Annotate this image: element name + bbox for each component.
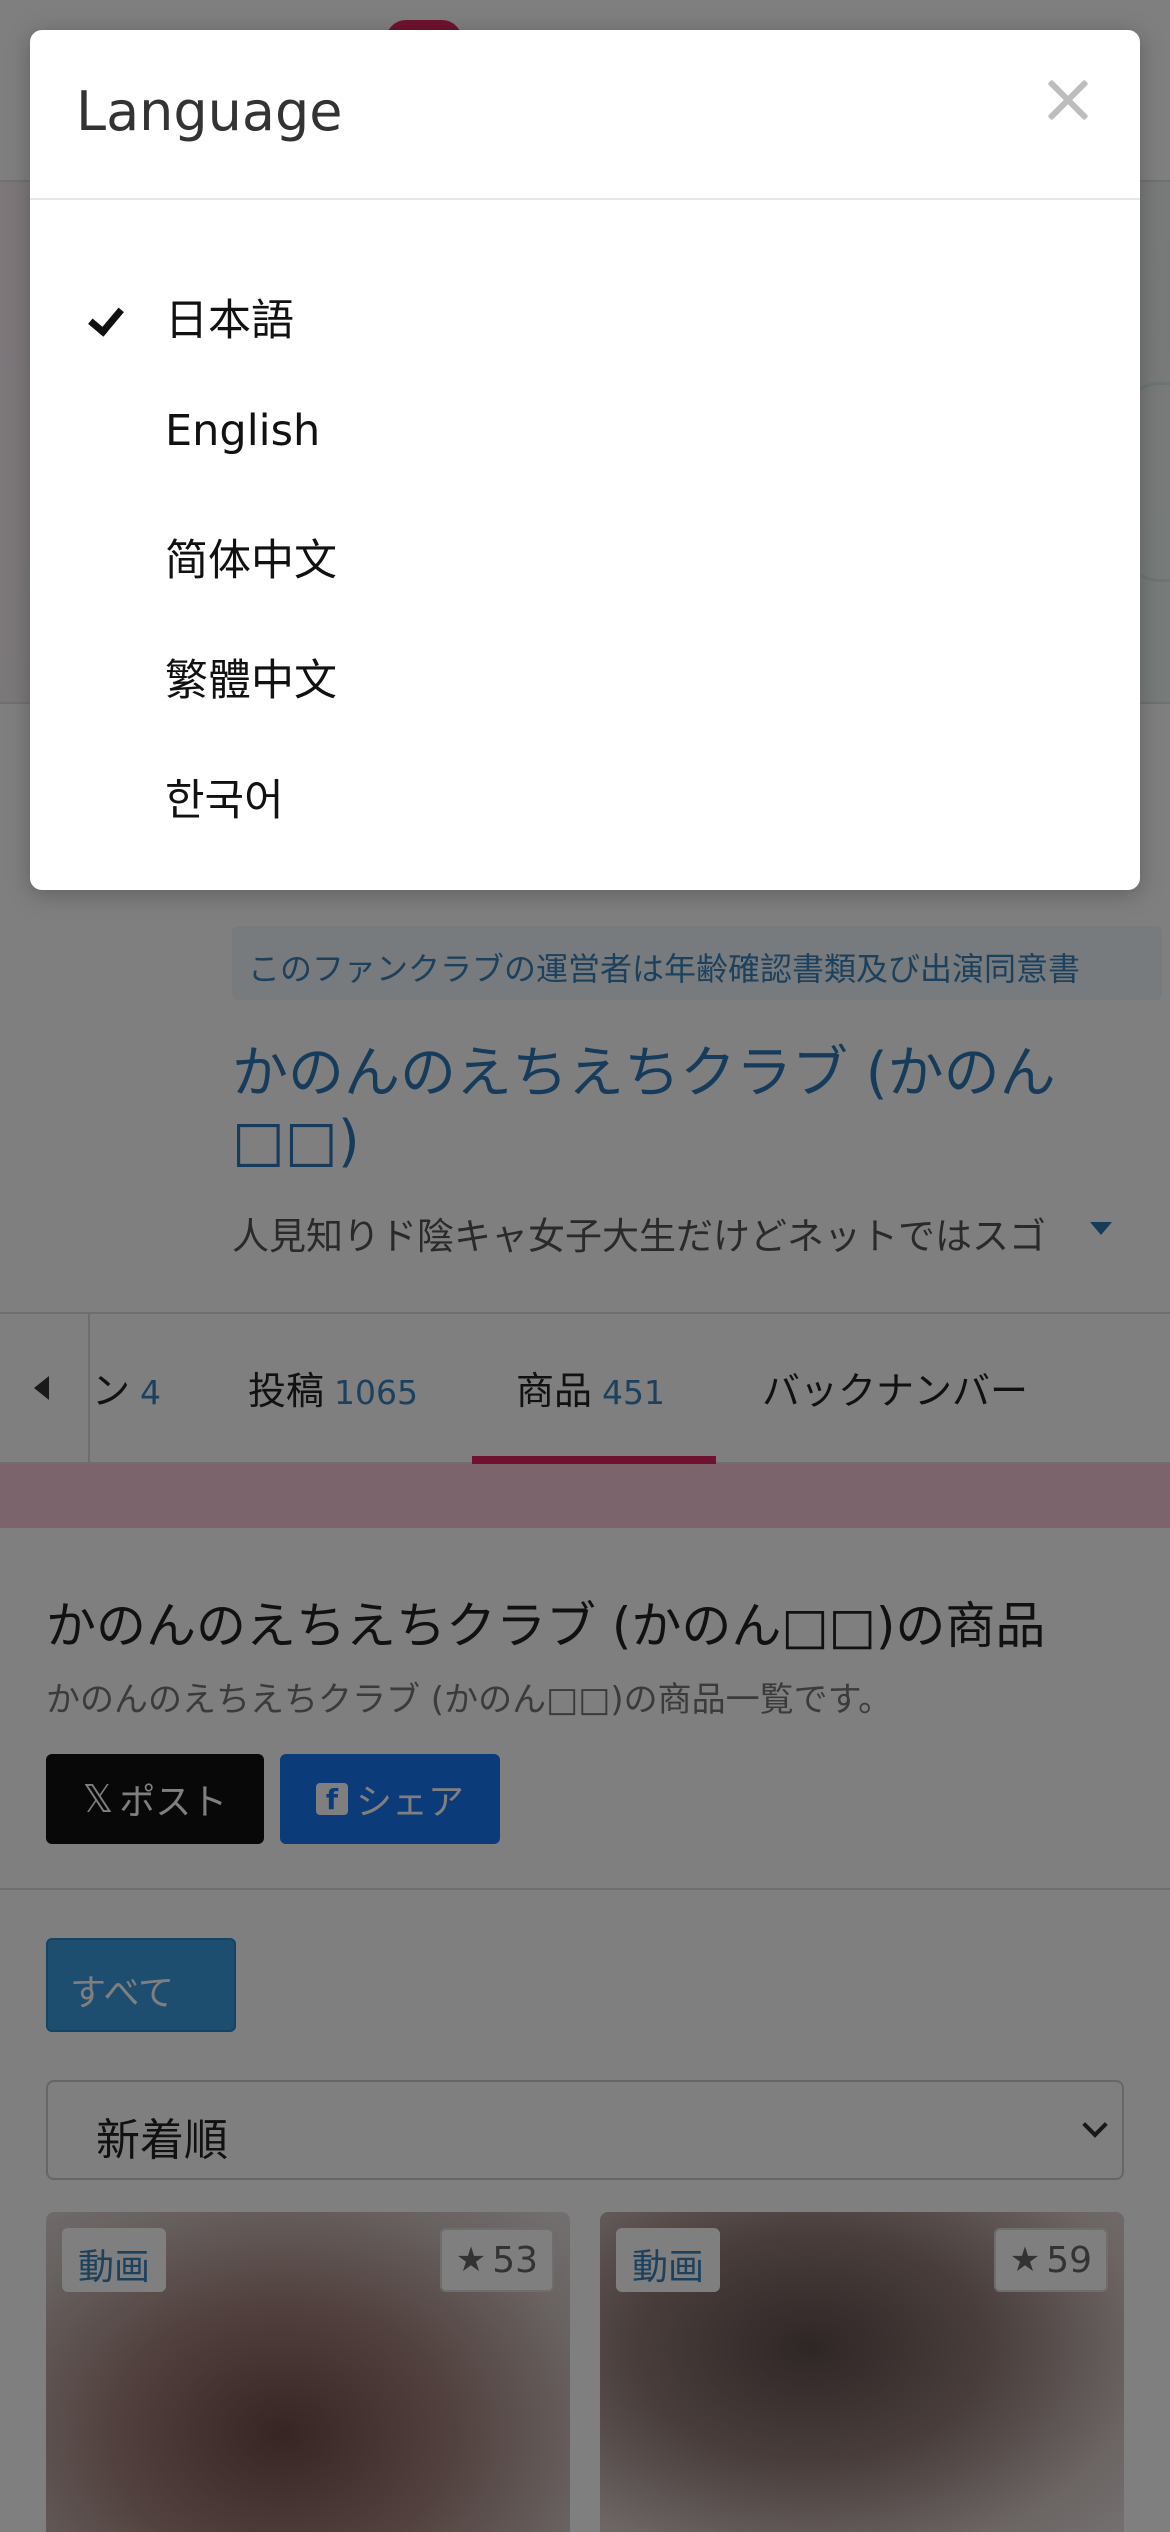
language-label: 简体中文 [165, 536, 337, 586]
language-list: 日本語 English 简体中文 繁體中文 한국어 [30, 270, 1140, 870]
language-option-simplified-chinese[interactable]: 简体中文 [30, 510, 1140, 630]
close-icon[interactable] [1040, 72, 1096, 128]
language-option-english[interactable]: English [30, 390, 1140, 510]
language-label: 日本語 [165, 296, 294, 346]
language-option-traditional-chinese[interactable]: 繁體中文 [30, 630, 1140, 750]
checkmark-icon [88, 299, 124, 337]
modal-title: Language [76, 80, 343, 143]
language-label: English [165, 406, 321, 456]
language-option-japanese[interactable]: 日本語 [30, 270, 1140, 390]
modal-header: Language [30, 30, 1140, 200]
language-label: 繁體中文 [165, 656, 337, 706]
language-label: 한국어 [165, 776, 284, 826]
language-option-korean[interactable]: 한국어 [30, 750, 1140, 870]
language-modal: Language 日本語 English 简体中文 繁體中文 한국어 [30, 30, 1140, 890]
